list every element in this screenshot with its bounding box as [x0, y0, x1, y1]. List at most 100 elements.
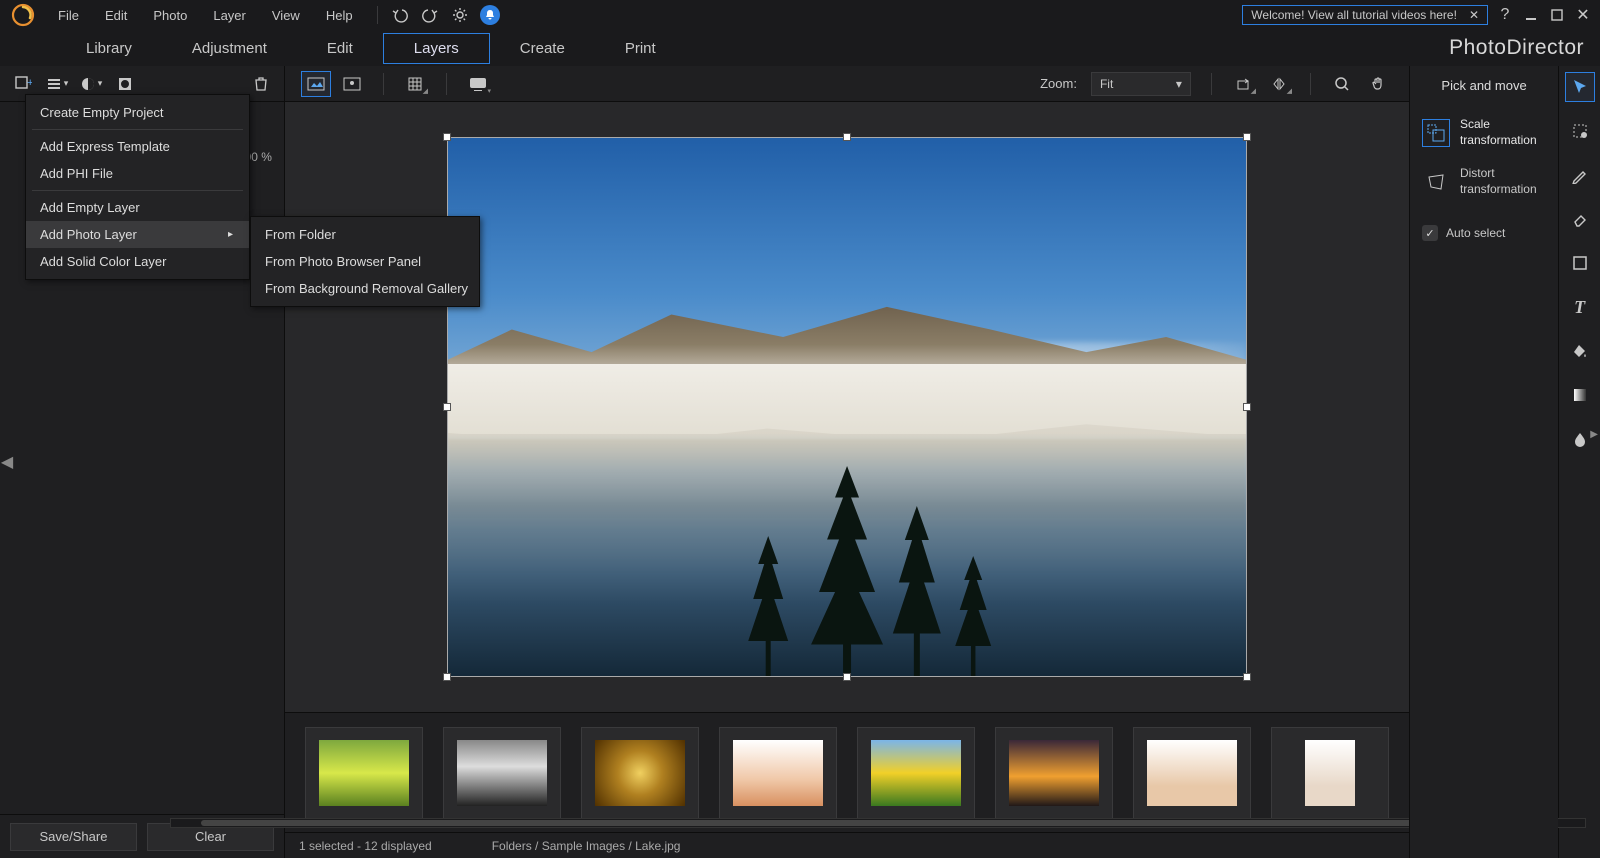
resize-handle[interactable] — [443, 133, 451, 141]
tab-create[interactable]: Create — [490, 34, 595, 63]
scale-transform-button[interactable]: Scale transformation — [1420, 113, 1548, 152]
rotate-icon[interactable]: ◢ — [1228, 71, 1258, 97]
scale-label: Scale transformation — [1460, 117, 1537, 148]
welcome-text: Welcome! View all tutorial videos here! — [1251, 8, 1457, 22]
move-tool-icon[interactable] — [1565, 72, 1595, 102]
menu-from-bg-removal[interactable]: From Background Removal Gallery — [251, 275, 479, 302]
delete-layer-icon[interactable] — [248, 71, 274, 97]
menu-help[interactable]: Help — [314, 4, 365, 27]
view-single-icon[interactable] — [301, 71, 331, 97]
menu-add-solid-color-layer[interactable]: Add Solid Color Layer — [26, 248, 249, 275]
filmstrip[interactable] — [285, 712, 1409, 832]
photo-content — [448, 138, 1246, 676]
filmstrip-scrollbar[interactable] — [170, 818, 1586, 828]
background-color-icon[interactable]: ▾ — [463, 71, 493, 97]
thumbnail[interactable] — [581, 727, 699, 819]
separator — [383, 73, 384, 95]
menu-add-phi-file[interactable]: Add PHI File — [26, 160, 249, 187]
resize-handle[interactable] — [1243, 403, 1251, 411]
canvas[interactable] — [447, 137, 1247, 677]
separator — [32, 129, 243, 130]
selection-tool-icon[interactable] — [1565, 116, 1595, 146]
view-compare-icon[interactable] — [337, 71, 367, 97]
distort-transform-button[interactable]: Distort transformation — [1420, 162, 1548, 201]
separator — [32, 190, 243, 191]
zoom-label: Zoom: — [1040, 76, 1077, 91]
menu-photo[interactable]: Photo — [141, 4, 199, 27]
add-photo-layer-submenu: From Folder From Photo Browser Panel Fro… — [250, 216, 480, 307]
separator — [1310, 73, 1311, 95]
tab-layers[interactable]: Layers — [383, 33, 490, 64]
collapse-right-icon[interactable]: ▶ — [1590, 429, 1598, 440]
maximize-icon[interactable] — [1548, 6, 1566, 24]
close-icon[interactable]: ✕ — [1574, 6, 1592, 24]
resize-handle[interactable] — [843, 133, 851, 141]
thumbnail[interactable] — [1133, 727, 1251, 819]
scale-icon — [1422, 119, 1450, 147]
checkbox-icon: ✓ — [1422, 225, 1438, 241]
welcome-close-icon[interactable]: ✕ — [1469, 8, 1479, 22]
shape-tool-icon[interactable] — [1565, 248, 1595, 278]
welcome-banner[interactable]: Welcome! View all tutorial videos here! … — [1242, 5, 1488, 25]
gradient-tool-icon[interactable] — [1565, 380, 1595, 410]
thumbnail[interactable] — [857, 727, 975, 819]
resize-handle[interactable] — [1243, 673, 1251, 681]
flip-icon[interactable]: ◢ — [1264, 71, 1294, 97]
menu-view[interactable]: View — [260, 4, 312, 27]
fill-tool-icon[interactable] — [1565, 336, 1595, 366]
separator — [377, 6, 378, 24]
layer-mask-icon[interactable] — [112, 71, 138, 97]
thumbnail[interactable] — [1271, 727, 1389, 819]
menu-file[interactable]: File — [46, 4, 91, 27]
menu-add-empty-layer[interactable]: Add Empty Layer — [26, 194, 249, 221]
settings-icon[interactable] — [450, 5, 470, 25]
tab-edit[interactable]: Edit — [297, 34, 383, 63]
zoom-select[interactable]: Fit▾ — [1091, 72, 1191, 96]
thumbnail[interactable] — [305, 727, 423, 819]
chevron-right-icon: ▸ — [228, 229, 233, 240]
brand-label: PhotoDirector — [1449, 36, 1584, 60]
auto-select-checkbox[interactable]: ✓ Auto select — [1420, 219, 1548, 247]
menu-edit[interactable]: Edit — [93, 4, 139, 27]
tab-library[interactable]: Library — [56, 34, 162, 63]
distort-icon — [1422, 168, 1450, 196]
resize-handle[interactable] — [443, 403, 451, 411]
help-icon[interactable]: ? — [1496, 6, 1514, 24]
distort-label: Distort transformation — [1460, 166, 1537, 197]
menu-from-folder[interactable]: From Folder — [251, 221, 479, 248]
thumbnail[interactable] — [443, 727, 561, 819]
resize-handle[interactable] — [843, 673, 851, 681]
grid-icon[interactable]: ◢ — [400, 71, 430, 97]
thumbnail[interactable] — [719, 727, 837, 819]
menu-create-empty-project[interactable]: Create Empty Project — [26, 99, 249, 126]
redo-icon[interactable] — [420, 5, 440, 25]
menu-add-express-template[interactable]: Add Express Template — [26, 133, 249, 160]
status-path: Folders / Sample Images / Lake.jpg — [492, 839, 681, 853]
collapse-left-icon[interactable]: ◀ — [0, 442, 14, 482]
pan-tool-icon[interactable] — [1363, 71, 1393, 97]
undo-icon[interactable] — [390, 5, 410, 25]
pen-tool-icon[interactable] — [1565, 160, 1595, 190]
status-selection: 1 selected - 12 displayed — [299, 839, 432, 853]
resize-handle[interactable] — [443, 673, 451, 681]
layer-effects-icon[interactable]: ▾ — [78, 71, 104, 97]
menu-from-photo-browser[interactable]: From Photo Browser Panel — [251, 248, 479, 275]
auto-select-label: Auto select — [1446, 226, 1505, 240]
save-share-button[interactable]: Save/Share — [10, 823, 137, 851]
menu-layer[interactable]: Layer — [201, 4, 258, 27]
layer-preset-icon[interactable]: ▾ — [44, 71, 70, 97]
thumbnail[interactable] — [995, 727, 1113, 819]
tab-adjustment[interactable]: Adjustment — [162, 34, 297, 63]
eraser-tool-icon[interactable] — [1565, 204, 1595, 234]
add-layer-menu: Create Empty Project Add Express Templat… — [25, 94, 250, 280]
resize-handle[interactable] — [1243, 133, 1251, 141]
app-logo-icon[interactable] — [8, 0, 38, 30]
add-layer-icon[interactable]: + — [10, 71, 36, 97]
menu-add-photo-layer[interactable]: Add Photo Layer▸ — [26, 221, 249, 248]
text-tool-icon[interactable]: T — [1565, 292, 1595, 322]
minimize-icon[interactable] — [1522, 6, 1540, 24]
notification-icon[interactable] — [480, 5, 500, 25]
right-panel-title: Pick and move — [1420, 74, 1548, 103]
zoom-tool-icon[interactable] — [1327, 71, 1357, 97]
tab-print[interactable]: Print — [595, 34, 686, 63]
